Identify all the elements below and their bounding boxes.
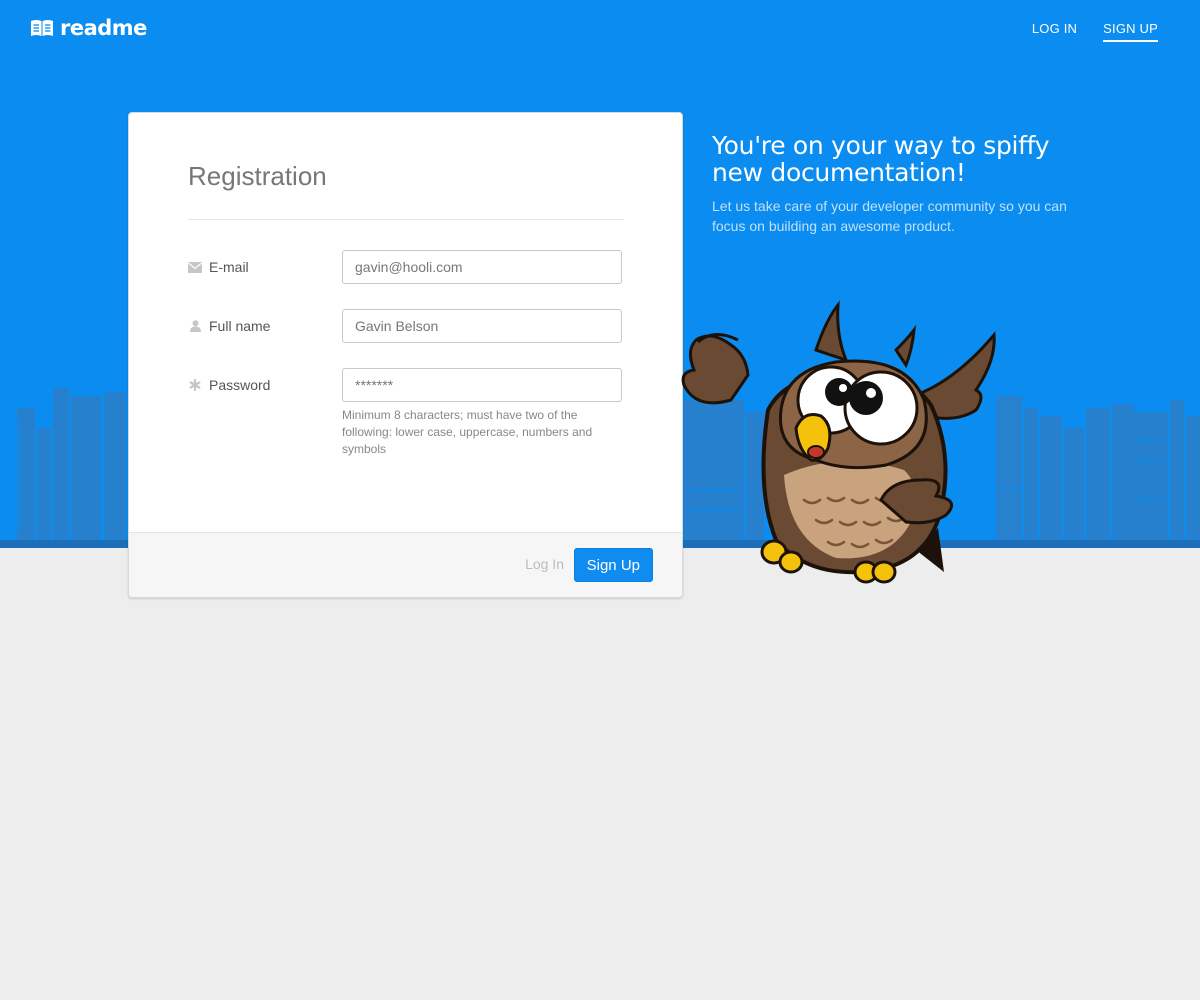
top-bar: readme LOG IN SIGN UP bbox=[0, 0, 1200, 60]
full-name-field[interactable] bbox=[342, 309, 622, 343]
signup-button[interactable]: Sign Up bbox=[573, 548, 653, 582]
full-name-row: Full name bbox=[188, 309, 624, 343]
card-footer: Log In Sign Up bbox=[129, 532, 682, 597]
page-title: Registration bbox=[188, 161, 327, 191]
email-row: E-mail bbox=[188, 250, 624, 284]
nav-login-link[interactable]: LOG IN bbox=[1032, 21, 1077, 42]
brand-name: readme bbox=[60, 16, 147, 40]
title-divider bbox=[188, 219, 624, 220]
password-label: Password bbox=[188, 377, 270, 393]
password-hint: Minimum 8 characters; must have two of t… bbox=[342, 408, 593, 456]
asterisk-icon bbox=[188, 379, 202, 391]
promo-subline: Let us take care of your developer commu… bbox=[712, 198, 1067, 234]
brand-logo[interactable]: readme bbox=[30, 16, 147, 40]
user-icon bbox=[188, 320, 202, 332]
owl-mascot-illustration bbox=[681, 300, 996, 584]
password-label-text: Password bbox=[209, 377, 271, 393]
email-label: E-mail bbox=[188, 259, 249, 275]
book-logo-icon bbox=[31, 20, 53, 36]
password-field[interactable] bbox=[342, 368, 622, 402]
registration-card: Registration E-mail Full name Password bbox=[128, 112, 683, 598]
password-row: Password Minimum 8 characters; must have… bbox=[188, 368, 624, 468]
envelope-icon bbox=[188, 261, 202, 273]
full-name-label-text: Full name bbox=[209, 318, 271, 334]
email-label-text: E-mail bbox=[209, 259, 249, 275]
email-field[interactable] bbox=[342, 250, 622, 284]
top-nav: LOG IN SIGN UP bbox=[1032, 21, 1158, 42]
login-button[interactable]: Log In bbox=[525, 556, 564, 572]
promo-headline: You're on your way to spiffy new documen… bbox=[712, 131, 1050, 187]
full-name-label: Full name bbox=[188, 318, 270, 334]
nav-signup-link[interactable]: SIGN UP bbox=[1103, 21, 1158, 42]
